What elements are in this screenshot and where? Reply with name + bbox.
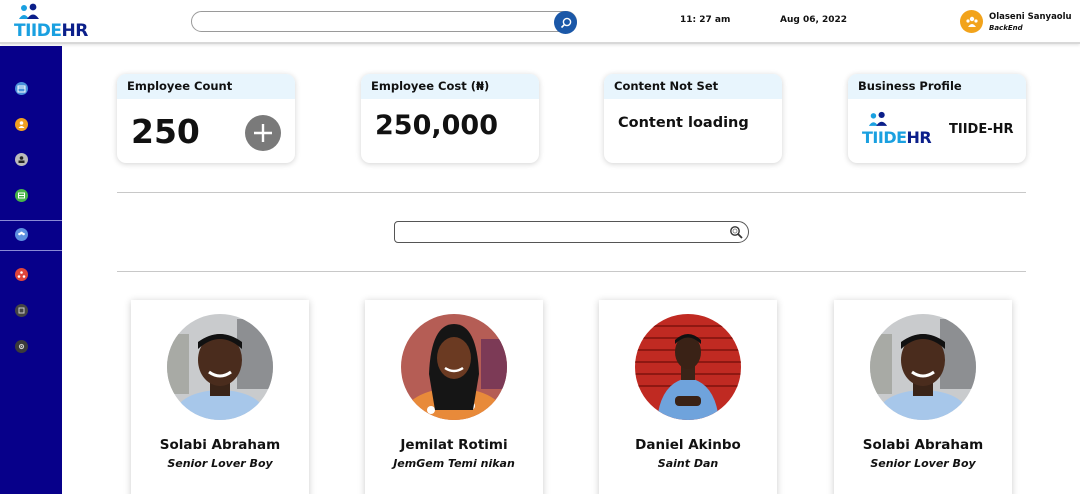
global-search xyxy=(191,11,577,34)
payroll-icon xyxy=(18,121,25,128)
employee-search-input[interactable] xyxy=(401,225,721,239)
sidebar-item-team[interactable] xyxy=(15,228,28,241)
content-not-set-card: Content Not Set Content loading xyxy=(604,74,782,163)
employee-photo xyxy=(870,314,976,420)
employee-search xyxy=(394,221,749,243)
sidebar-item-settings[interactable] xyxy=(15,340,28,353)
employee-photo xyxy=(635,314,741,420)
employee-card[interactable]: Jemilat Rotimi JemGem Temi nikan xyxy=(365,300,543,494)
user-name: Olaseni Sanyaolu xyxy=(989,12,1072,22)
people-logo-icon xyxy=(19,3,39,19)
employee-card[interactable]: Solabi Abraham Senior Lover Boy xyxy=(131,300,309,494)
employee-photo xyxy=(167,314,273,420)
employee-name: Jemilat Rotimi xyxy=(400,437,508,453)
sidebar-item-records[interactable] xyxy=(15,189,28,202)
add-employee-button[interactable] xyxy=(245,115,281,151)
employee-photo-image xyxy=(167,314,273,420)
sidebar-item-employee[interactable] xyxy=(15,153,28,166)
sidebar xyxy=(0,46,62,494)
department-icon xyxy=(18,307,25,314)
settings-icon xyxy=(18,343,25,350)
employee-name: Daniel Akinbo xyxy=(635,437,741,453)
business-name: TIIDE-HR xyxy=(949,122,1014,137)
tiidehr-logo[interactable]: TIIDEHR xyxy=(14,3,88,41)
employee-card[interactable]: Solabi Abraham Senior Lover Boy xyxy=(834,300,1012,494)
user-group-icon xyxy=(965,16,978,27)
global-search-input[interactable] xyxy=(202,14,542,29)
team-icon xyxy=(18,231,25,236)
business-profile-card: Business Profile TIIDEHR TIIDE-HR xyxy=(848,74,1026,163)
sidebar-divider xyxy=(0,250,62,251)
current-date: Aug 06, 2022 xyxy=(780,15,848,25)
sidebar-divider xyxy=(0,220,62,221)
user-role: BackEnd xyxy=(989,24,1023,32)
business-profile-title: Business Profile xyxy=(848,74,1026,99)
employee-photo-image xyxy=(635,314,741,420)
business-logo-text: TIIDEHR xyxy=(862,128,932,147)
employee-cost-card: Employee Cost (₦) 250,000 xyxy=(361,74,539,163)
employee-photo-image xyxy=(870,314,976,420)
employee-cost-value: 250,000 xyxy=(375,110,498,141)
content-loading-text: Content loading xyxy=(618,115,749,131)
org-chart-icon xyxy=(17,271,26,278)
records-icon xyxy=(18,192,25,199)
employee-count-card: Employee Count 250 xyxy=(117,74,295,163)
brand-text: TIIDEHR xyxy=(14,21,88,41)
sidebar-item-payroll[interactable] xyxy=(15,118,28,131)
current-time: 11: 27 am xyxy=(680,15,731,25)
employee-icon xyxy=(18,156,25,163)
people-logo-icon xyxy=(868,111,888,126)
employee-title: Senior Lover Boy xyxy=(167,457,273,470)
sidebar-item-org-chart[interactable] xyxy=(15,268,28,281)
employee-title: Senior Lover Boy xyxy=(870,457,976,470)
employee-title: Saint Dan xyxy=(657,457,719,470)
employee-photo xyxy=(401,314,507,420)
employee-title: JemGem Temi nikan xyxy=(393,457,515,470)
global-search-button[interactable] xyxy=(554,11,577,34)
employee-photo-image xyxy=(401,314,507,420)
top-bar: TIIDEHR 11: 27 am Aug 06, 2022 Olaseni S… xyxy=(0,0,1080,44)
search-icon[interactable] xyxy=(728,224,744,240)
employee-count-title: Employee Count xyxy=(117,74,295,99)
avatar xyxy=(960,10,983,33)
business-logo: TIIDEHR xyxy=(862,111,936,149)
employee-name: Solabi Abraham xyxy=(862,437,984,453)
sidebar-item-department[interactable] xyxy=(15,304,28,317)
calendar-icon xyxy=(17,85,26,93)
employee-count-value: 250 xyxy=(131,112,200,151)
employee-name: Solabi Abraham xyxy=(159,437,281,453)
search-icon xyxy=(560,17,571,28)
content-not-set-title: Content Not Set xyxy=(604,74,782,99)
divider xyxy=(117,192,1026,193)
plus-icon xyxy=(254,124,272,142)
divider xyxy=(117,271,1026,272)
employee-cost-title: Employee Cost (₦) xyxy=(361,74,539,99)
sidebar-item-calendar[interactable] xyxy=(15,82,28,95)
employee-card[interactable]: Daniel Akinbo Saint Dan xyxy=(599,300,777,494)
